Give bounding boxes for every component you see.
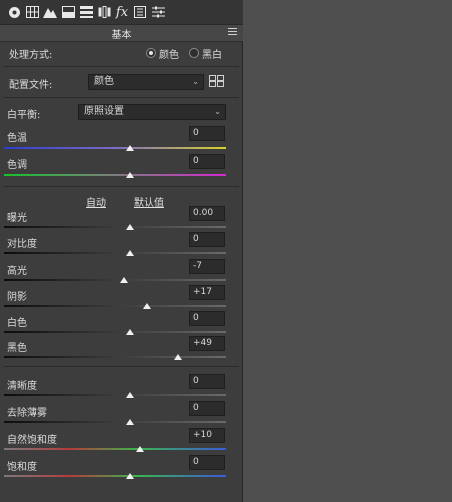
treatment-label: 处理方式:	[9, 50, 53, 61]
aperture-icon[interactable]	[6, 4, 22, 20]
highlights-label: 高光	[7, 266, 27, 277]
shadows-label: 阴影	[7, 292, 27, 303]
divider	[4, 366, 239, 367]
profile-label: 配置文件:	[9, 80, 53, 91]
clarity-slider-track[interactable]	[4, 394, 226, 396]
contrast-value[interactable]: 0	[189, 232, 225, 247]
treatment-bw-radio[interactable]	[189, 48, 199, 58]
profile-value: 颜色	[94, 76, 114, 87]
fx-icon[interactable]: fx	[114, 4, 130, 20]
temperature-value[interactable]: 0	[189, 126, 225, 141]
white-balance-value: 原照设置	[84, 106, 124, 117]
highlights-value[interactable]: -7	[189, 259, 225, 274]
saturation-value[interactable]: 0	[189, 455, 225, 470]
basic-panel: fx 基本 处理方式: 颜色 黑白 配置文件: 颜色 ⌄ 白平衡: 原照设置 ⌄…	[0, 0, 243, 502]
contrast-slider-thumb[interactable]	[126, 250, 134, 256]
treatment-bw-label: 黑白	[202, 50, 222, 61]
dehaze-value[interactable]: 0	[189, 401, 225, 416]
section-header: 基本	[0, 25, 243, 42]
panel-tabs-toolbar: fx	[0, 0, 243, 25]
exposure-slider-thumb[interactable]	[126, 224, 134, 230]
divider	[4, 97, 239, 98]
auto-link[interactable]: 自动	[86, 194, 106, 209]
canvas-background	[243, 0, 452, 502]
camera-calibration-icon[interactable]	[132, 4, 148, 20]
blacks-slider-track[interactable]	[4, 356, 226, 358]
shadows-slider-track[interactable]	[4, 305, 226, 307]
presets-icon[interactable]	[150, 4, 166, 20]
chevron-down-icon: ⌄	[214, 107, 221, 116]
saturation-slider-track[interactable]	[4, 475, 226, 477]
exposure-slider-track[interactable]	[4, 226, 226, 228]
exposure-label: 曝光	[7, 213, 27, 224]
temperature-slider-track[interactable]	[4, 147, 226, 149]
shadows-slider-thumb[interactable]	[143, 303, 151, 309]
clarity-label: 清晰度	[7, 381, 37, 392]
profile-dropdown[interactable]: 颜色 ⌄	[88, 74, 204, 90]
vibrance-value[interactable]: +10	[189, 428, 225, 443]
clarity-value[interactable]: 0	[189, 374, 225, 389]
exposure-value[interactable]: 0.00	[189, 206, 225, 221]
dehaze-slider-thumb[interactable]	[126, 419, 134, 425]
saturation-label: 饱和度	[7, 462, 37, 473]
temperature-label: 色温	[7, 133, 27, 144]
treatment-color-label: 颜色	[159, 50, 179, 61]
tint-value[interactable]: 0	[189, 154, 225, 169]
split-toning-icon[interactable]	[60, 4, 76, 20]
contrast-slider-track[interactable]	[4, 252, 226, 254]
default-link[interactable]: 默认值	[134, 194, 164, 209]
tint-label: 色调	[7, 160, 27, 171]
white-balance-label: 白平衡:	[7, 110, 41, 121]
blacks-slider-thumb[interactable]	[174, 354, 182, 360]
panel-title: 基本	[111, 30, 132, 41]
highlights-slider-track[interactable]	[4, 279, 226, 281]
vibrance-label: 自然饱和度	[7, 435, 57, 446]
tint-slider-track[interactable]	[4, 174, 226, 176]
hsl-icon[interactable]	[78, 4, 94, 20]
dehaze-slider-track[interactable]	[4, 421, 226, 423]
white-balance-dropdown[interactable]: 原照设置 ⌄	[78, 104, 226, 120]
highlights-slider-thumb[interactable]	[120, 277, 128, 283]
whites-value[interactable]: 0	[189, 311, 225, 326]
panel-menu-icon[interactable]	[228, 28, 237, 36]
tint-slider-thumb[interactable]	[126, 172, 134, 178]
mountain-icon[interactable]	[42, 4, 58, 20]
clarity-slider-thumb[interactable]	[126, 392, 134, 398]
contrast-label: 对比度	[7, 239, 37, 250]
whites-slider-track[interactable]	[4, 331, 226, 333]
divider	[4, 186, 239, 187]
whites-label: 白色	[7, 318, 27, 329]
blacks-label: 黑色	[7, 343, 27, 354]
profile-browser-icon[interactable]	[209, 75, 224, 87]
temperature-slider-thumb[interactable]	[126, 145, 134, 151]
treatment-color-radio[interactable]	[146, 48, 156, 58]
tone-curve-icon[interactable]	[24, 4, 40, 20]
divider	[4, 66, 239, 67]
vibrance-slider-track[interactable]	[4, 448, 226, 450]
whites-slider-thumb[interactable]	[126, 329, 134, 335]
dehaze-label: 去除薄雾	[7, 408, 47, 419]
chevron-down-icon: ⌄	[192, 77, 199, 86]
shadows-value[interactable]: +17	[189, 285, 225, 300]
saturation-slider-thumb[interactable]	[126, 473, 134, 479]
vibrance-slider-thumb[interactable]	[136, 446, 144, 452]
lens-icon[interactable]	[96, 4, 112, 20]
blacks-value[interactable]: +49	[189, 336, 225, 351]
